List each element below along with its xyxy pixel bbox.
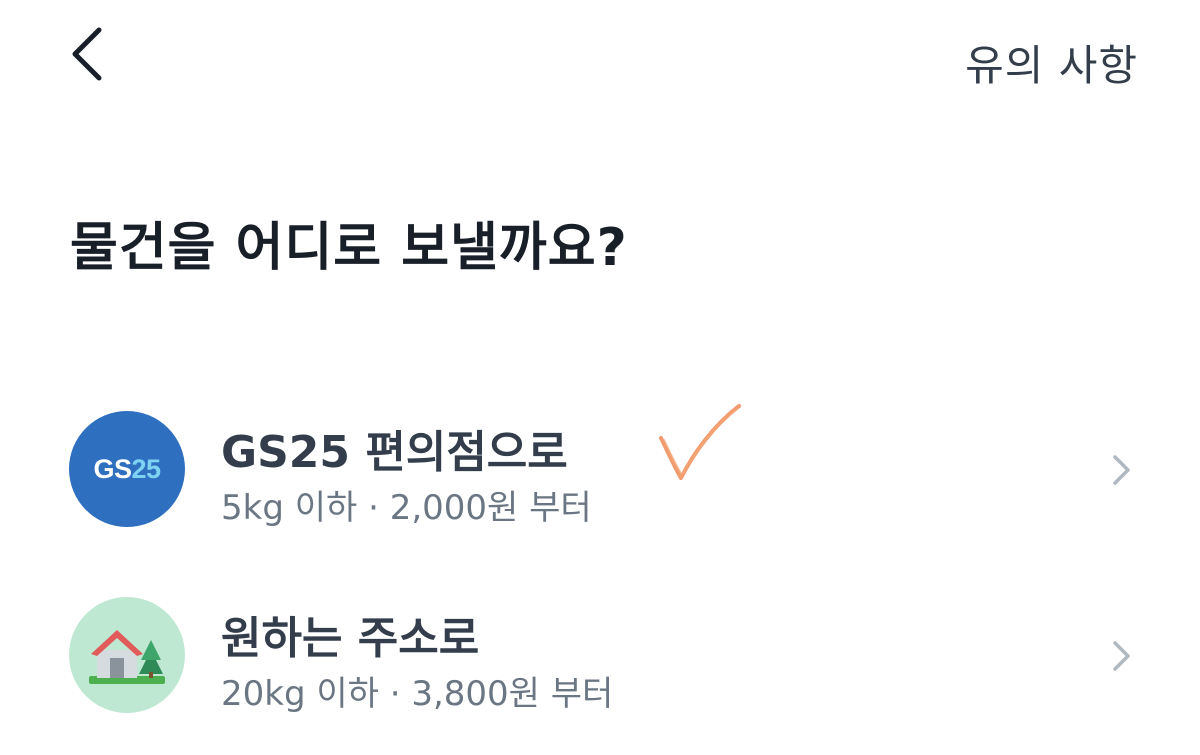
chevron-right-icon xyxy=(1113,641,1130,671)
option-title: 원하는 주소로 xyxy=(221,613,480,664)
option-title: GS25 편의점으로 xyxy=(221,427,568,478)
notice-link[interactable]: 유의 사항 xyxy=(965,32,1138,93)
option-gs25-convenience-store[interactable]: GS25 GS25 편의점으로 5kg 이하 · 2,000원 부터 xyxy=(0,394,1200,544)
option-address-delivery[interactable]: 원하는 주소로 20kg 이하 · 3,800원 부터 xyxy=(0,580,1200,730)
house-icon xyxy=(69,597,185,713)
back-button[interactable] xyxy=(58,22,114,86)
gs25-logo-icon: GS25 xyxy=(69,411,185,527)
gs25-logo-text: GS25 xyxy=(93,453,161,484)
chevron-right-icon xyxy=(1113,455,1130,485)
chevron-left-icon xyxy=(72,27,102,81)
page-title: 물건을 어디로 보낼까요? xyxy=(70,218,628,278)
top-bar: 유의 사항 xyxy=(0,0,1200,120)
option-subtitle: 20kg 이하 · 3,800원 부터 xyxy=(221,674,614,714)
option-subtitle: 5kg 이하 · 2,000원 부터 xyxy=(221,488,592,528)
